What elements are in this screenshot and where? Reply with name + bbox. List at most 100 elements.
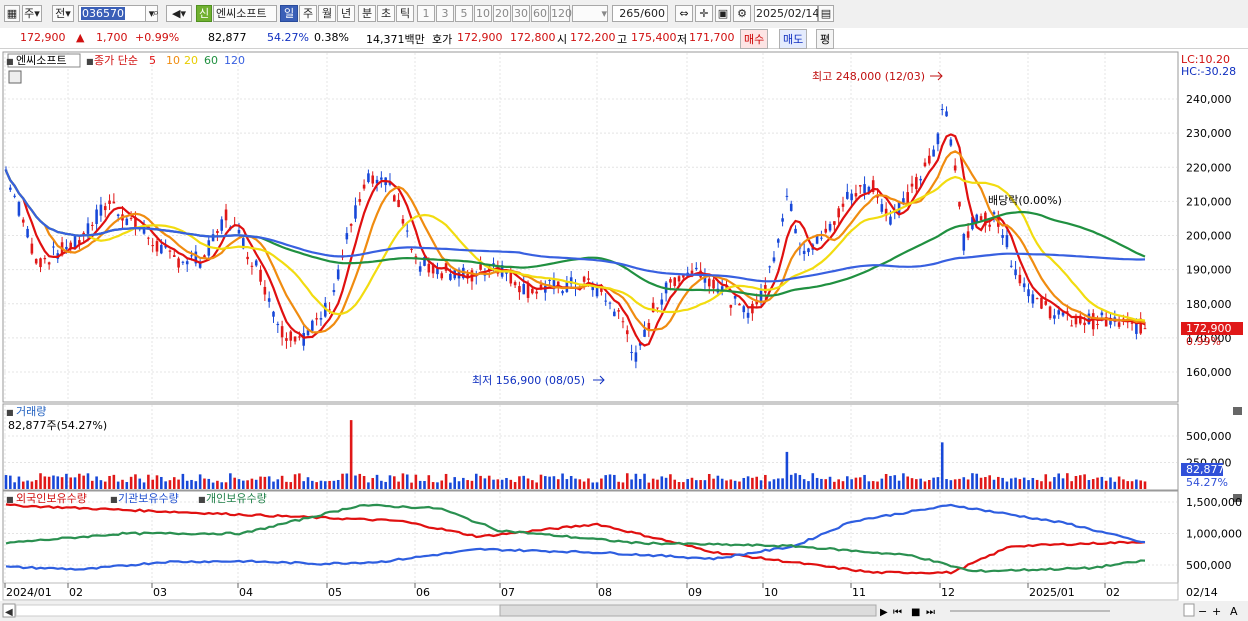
open-price: 172,200	[570, 31, 616, 44]
panel-tool-icon[interactable]	[8, 70, 22, 84]
candle-body	[1009, 265, 1013, 267]
volume-bar	[397, 481, 400, 489]
candle-body	[1117, 322, 1121, 327]
stock-name: 엔씨소프트	[216, 7, 267, 20]
volume-bar	[121, 479, 124, 489]
scroll-thumb[interactable]	[499, 604, 877, 617]
volume-bar	[362, 476, 366, 489]
volume-bar	[988, 475, 991, 489]
volume-panel-close-icon[interactable]	[1233, 407, 1242, 415]
volume-bar	[276, 479, 280, 489]
play-icon[interactable]: ▶	[880, 607, 888, 618]
period-day[interactable]: 일	[280, 5, 298, 22]
volume-bar	[1100, 476, 1104, 489]
holding-tick-label: 1,000,000	[1186, 528, 1242, 541]
candle-body	[962, 233, 966, 251]
period-minute[interactable]: 분	[358, 5, 376, 22]
candle-body	[254, 260, 258, 266]
candle-body	[181, 261, 185, 263]
candle-body	[1018, 274, 1022, 284]
volume-bar	[311, 480, 314, 489]
period-year[interactable]: 년	[337, 5, 355, 22]
interval-60[interactable]: 60	[531, 5, 549, 22]
interval-20[interactable]: 20	[493, 5, 511, 22]
period-week[interactable]: 주	[299, 5, 317, 22]
interval-1[interactable]: 1	[417, 5, 435, 22]
zoom-icon-box[interactable]	[1183, 603, 1195, 617]
price-tick-label: 180,000	[1186, 298, 1232, 311]
volume-bar	[638, 478, 642, 489]
custom-interval-dropdown[interactable]: ▾	[572, 5, 608, 22]
volume-bar	[733, 480, 737, 489]
date-input[interactable]: 2025/02/14	[754, 5, 819, 22]
volume-bar	[794, 473, 797, 489]
volume-bar	[125, 482, 129, 489]
buy-button[interactable]: 매수	[740, 29, 769, 49]
stock-code-input[interactable]: 036570	[78, 5, 146, 22]
open-label: 시	[557, 33, 568, 46]
volume-bar	[587, 478, 590, 489]
current-volume-tag-text: 82,877	[1186, 463, 1225, 476]
image-icon[interactable]: ▣	[715, 5, 731, 22]
candle-body	[953, 165, 957, 171]
sin-badge[interactable]: 신	[196, 5, 212, 22]
candle-body	[345, 233, 349, 240]
forward-icon[interactable]: ⏭	[926, 607, 935, 618]
font-size-icon[interactable]: A	[1230, 605, 1238, 618]
volume-bar	[250, 478, 254, 489]
period-month[interactable]: 월	[318, 5, 336, 22]
volume-bar	[233, 477, 236, 489]
volume-bar	[1104, 480, 1108, 489]
candle-body	[785, 195, 789, 197]
candle-body	[220, 219, 224, 231]
x-axis-right-label: 02/14	[1186, 586, 1218, 599]
volume-bar	[949, 480, 953, 489]
volume-bar	[1130, 481, 1134, 489]
candle-body	[224, 209, 228, 221]
period-tick[interactable]: 틱	[396, 5, 414, 22]
rewind-icon[interactable]: ⏮	[893, 607, 902, 618]
period-second[interactable]: 초	[377, 5, 395, 22]
candle-body	[289, 331, 293, 341]
mode-dropdown[interactable]: 전▾	[52, 5, 74, 22]
count-input[interactable]: 265/600	[612, 5, 668, 22]
interval-30[interactable]: 30	[512, 5, 530, 22]
avg-button[interactable]: 평	[816, 29, 835, 49]
interval-120[interactable]: 120	[550, 5, 572, 22]
zoom-icon[interactable]: ⇔	[675, 5, 693, 22]
volume-bar	[185, 480, 189, 489]
price-panel-frame	[2, 51, 1179, 403]
volume-bar	[768, 481, 771, 489]
candle-body	[1027, 289, 1030, 297]
sound-icon[interactable]: ◀▾	[166, 5, 192, 22]
volume-bar	[720, 478, 724, 489]
calendar-icon[interactable]: ▤	[818, 5, 834, 22]
volume-bar	[289, 482, 293, 489]
zoom-in-icon[interactable]: +	[1212, 605, 1221, 618]
interval-10[interactable]: 10	[474, 5, 492, 22]
candle-body	[285, 338, 288, 341]
volume-bar	[147, 474, 150, 489]
interval-5[interactable]: 5	[455, 5, 473, 22]
stop-icon[interactable]: ■	[911, 607, 920, 618]
candle-body	[772, 257, 776, 262]
volume-bar	[889, 475, 892, 489]
volume-bar	[194, 481, 198, 489]
candle-body	[932, 149, 935, 157]
crosshair-icon[interactable]: ✛	[695, 5, 713, 22]
volume-bar	[90, 480, 94, 489]
gear-icon[interactable]: ⚙	[733, 5, 751, 22]
volume-bar	[776, 478, 780, 489]
x-tick-label: 2024/01	[6, 586, 52, 599]
search-icon[interactable]: ⌕	[148, 5, 164, 22]
volume-bar	[440, 480, 444, 489]
volume-bar	[556, 479, 560, 489]
chart-area[interactable]: ■ 엔씨소프트 ■ 종가 단순 5 10 20 60 120 최고 248,00…	[0, 49, 1248, 621]
zoom-out-icon[interactable]: −	[1198, 605, 1207, 618]
candle-body	[1031, 294, 1035, 304]
candle-body	[397, 199, 400, 208]
chart-menu-icon[interactable]: ▦	[4, 5, 20, 22]
interval-3[interactable]: 3	[436, 5, 454, 22]
menu-dropdown[interactable]: 주▾	[22, 5, 42, 22]
sell-button[interactable]: 매도	[779, 29, 808, 49]
